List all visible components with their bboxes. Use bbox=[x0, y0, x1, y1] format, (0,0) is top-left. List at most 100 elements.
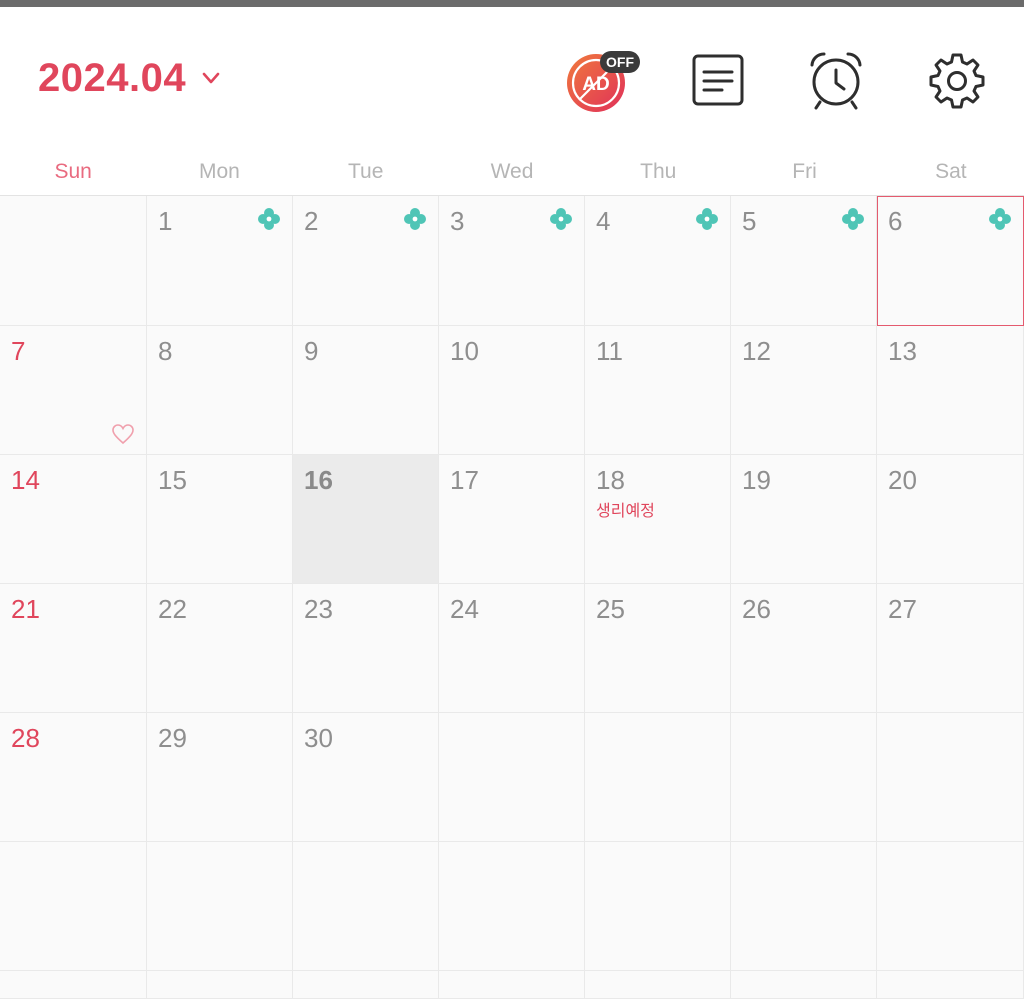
day-number: 5 bbox=[742, 206, 757, 236]
day-number: 21 bbox=[11, 594, 40, 624]
day-number: 9 bbox=[304, 336, 319, 366]
calendar-day-cell[interactable] bbox=[0, 971, 147, 999]
calendar-day-cell[interactable]: 2 bbox=[293, 196, 439, 326]
calendar-day-cell[interactable]: 22 bbox=[147, 584, 293, 713]
calendar-day-cell[interactable] bbox=[877, 842, 1024, 971]
calendar-day-cell[interactable] bbox=[585, 971, 731, 999]
calendar-day-cell[interactable] bbox=[0, 842, 147, 971]
weekday-sat: Sat bbox=[935, 160, 967, 183]
month-title: 2024.04 bbox=[38, 55, 187, 100]
chevron-down-icon bbox=[202, 72, 220, 84]
event-label: 생리예정 bbox=[596, 501, 655, 520]
calendar-day-cell[interactable] bbox=[731, 842, 877, 971]
calendar-day-cell[interactable] bbox=[439, 971, 585, 999]
calendar-day-cell[interactable]: 27 bbox=[877, 584, 1024, 713]
calendar-day-cell[interactable]: 18 생리예정 bbox=[585, 455, 731, 584]
weekday-thu: Thu bbox=[640, 160, 677, 183]
flower-icon bbox=[258, 208, 280, 230]
day-number: 1 bbox=[158, 206, 173, 236]
calendar-day-cell[interactable] bbox=[731, 971, 877, 999]
day-number: 25 bbox=[596, 594, 625, 624]
calendar-day-cell[interactable]: 7 bbox=[0, 326, 147, 455]
day-number: 18 bbox=[596, 465, 625, 495]
calendar-day-cell[interactable]: 10 bbox=[439, 326, 585, 455]
weekday-wed: Wed bbox=[490, 160, 534, 183]
calendar-day-cell[interactable] bbox=[439, 713, 585, 842]
calendar-day-cell[interactable]: 6 bbox=[877, 196, 1024, 326]
calendar-day-cell[interactable]: 25 bbox=[585, 584, 731, 713]
alarm-clock-icon bbox=[810, 52, 862, 110]
day-number: 15 bbox=[158, 465, 187, 495]
day-number: 7 bbox=[11, 336, 26, 366]
memo-icon bbox=[692, 54, 744, 106]
calendar-day-cell[interactable]: 28 bbox=[0, 713, 147, 842]
calendar-day-cell[interactable] bbox=[293, 971, 439, 999]
day-number: 24 bbox=[450, 594, 479, 624]
calendar-day-cell[interactable]: 14 bbox=[0, 455, 147, 584]
calendar-day-cell[interactable]: 9 bbox=[293, 326, 439, 455]
calendar-day-cell[interactable] bbox=[731, 713, 877, 842]
calendar-day-cell[interactable]: 12 bbox=[731, 326, 877, 455]
flower-icon bbox=[550, 208, 572, 230]
calendar-day-cell[interactable]: 16 bbox=[293, 455, 439, 584]
settings-button[interactable] bbox=[926, 49, 986, 111]
calendar-day-cell[interactable] bbox=[585, 842, 731, 971]
day-number: 16 bbox=[304, 465, 333, 495]
calendar-day-cell[interactable]: 15 bbox=[147, 455, 293, 584]
calendar-day-cell[interactable]: 21 bbox=[0, 584, 147, 713]
ad-off-button[interactable]: AD OFF bbox=[562, 49, 642, 117]
day-number: 20 bbox=[888, 465, 917, 495]
calendar-day-cell[interactable]: 3 bbox=[439, 196, 585, 326]
weekday-header-row: Sun Mon Tue Wed Thu Fri Sat bbox=[0, 145, 1024, 195]
day-number: 30 bbox=[304, 723, 333, 753]
day-number: 19 bbox=[742, 465, 771, 495]
calendar-day-cell[interactable] bbox=[877, 713, 1024, 842]
calendar-day-cell[interactable] bbox=[147, 971, 293, 999]
weekday-fri: Fri bbox=[792, 160, 817, 183]
day-number: 11 bbox=[596, 336, 623, 366]
day-number: 13 bbox=[888, 336, 917, 366]
weekday-sun: Sun bbox=[54, 160, 92, 183]
calendar-day-cell[interactable]: 5 bbox=[731, 196, 877, 326]
day-number: 14 bbox=[11, 465, 40, 495]
ad-off-icon: AD OFF bbox=[567, 51, 640, 112]
flower-icon bbox=[842, 208, 864, 230]
day-number: 17 bbox=[450, 465, 479, 495]
memo-button[interactable] bbox=[688, 49, 748, 111]
calendar-day-cell[interactable] bbox=[147, 842, 293, 971]
ad-off-label: OFF bbox=[606, 54, 634, 70]
weekday-mon: Mon bbox=[198, 160, 240, 183]
calendar-day-cell[interactable]: 11 bbox=[585, 326, 731, 455]
calendar-day-cell[interactable]: 1 bbox=[147, 196, 293, 326]
day-number: 12 bbox=[742, 336, 771, 366]
calendar-day-cell[interactable]: 8 bbox=[147, 326, 293, 455]
calendar-day-cell[interactable]: 24 bbox=[439, 584, 585, 713]
day-number: 22 bbox=[158, 594, 187, 624]
calendar-day-cell[interactable] bbox=[293, 842, 439, 971]
calendar-day-cell[interactable]: 23 bbox=[293, 584, 439, 713]
weekday-tue: Tue bbox=[347, 160, 384, 183]
calendar-day-cell[interactable] bbox=[439, 842, 585, 971]
calendar-day-cell[interactable]: 4 bbox=[585, 196, 731, 326]
day-number: 27 bbox=[888, 594, 917, 624]
calendar-grid: 1 2 3 4 5 6 7 8 9 10 11 12 13 14 15 16 17 18 생리예정 19 20 21 22 2… bbox=[0, 195, 1024, 999]
status-bar-strip bbox=[0, 0, 1024, 7]
flower-icon bbox=[989, 208, 1011, 230]
calendar-day-cell[interactable] bbox=[585, 713, 731, 842]
calendar-day-cell[interactable]: 17 bbox=[439, 455, 585, 584]
calendar-day-cell[interactable]: 30 bbox=[293, 713, 439, 842]
calendar-day-cell[interactable] bbox=[877, 971, 1024, 999]
calendar-day-cell[interactable]: 13 bbox=[877, 326, 1024, 455]
calendar-day-cell[interactable] bbox=[0, 196, 147, 326]
month-selector[interactable]: 2024.04 bbox=[38, 55, 222, 101]
calendar-day-cell[interactable]: 26 bbox=[731, 584, 877, 713]
calendar-day-cell[interactable]: 20 bbox=[877, 455, 1024, 584]
ad-badge-text: AD bbox=[582, 74, 609, 95]
day-number: 3 bbox=[450, 206, 465, 236]
day-number: 6 bbox=[888, 206, 903, 236]
day-number: 26 bbox=[742, 594, 771, 624]
alarm-button[interactable] bbox=[806, 49, 866, 111]
day-number: 28 bbox=[11, 723, 40, 753]
calendar-day-cell[interactable]: 29 bbox=[147, 713, 293, 842]
calendar-day-cell[interactable]: 19 bbox=[731, 455, 877, 584]
